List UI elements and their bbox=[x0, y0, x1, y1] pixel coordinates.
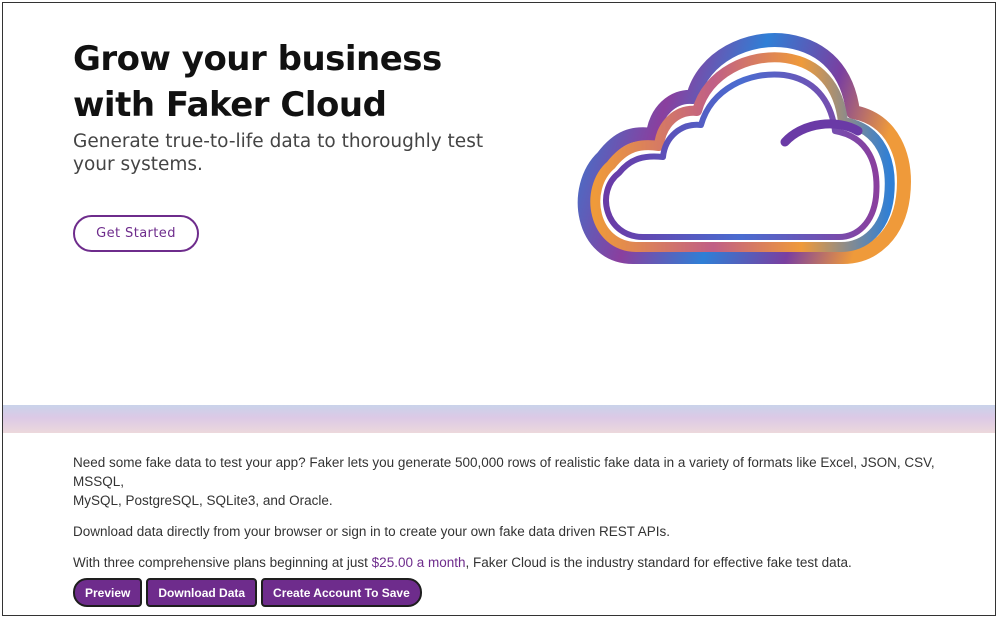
action-buttons: Preview Download Data Create Account To … bbox=[73, 578, 422, 607]
download-data-button[interactable]: Download Data bbox=[146, 578, 258, 607]
pricing-link[interactable]: $25.00 a month bbox=[372, 555, 466, 570]
hero-subtitle-line-1: Generate true-to-life data to thoroughly… bbox=[73, 131, 484, 152]
preview-button[interactable]: Preview bbox=[73, 578, 143, 607]
info-paragraph-formats-line-1: Need some fake data to test your app? Fa… bbox=[73, 455, 935, 489]
hero-title: Grow your business with Faker Cloud bbox=[73, 36, 493, 128]
pricing-text-after: , Faker Cloud is the industry standard f… bbox=[465, 555, 852, 570]
hero-subtitle-line-2: your systems. bbox=[73, 154, 203, 175]
info-section: Need some fake data to test your app? Fa… bbox=[73, 453, 963, 584]
hero-title-line-2: with Faker Cloud bbox=[73, 85, 387, 125]
create-account-button[interactable]: Create Account To Save bbox=[261, 578, 422, 607]
gradient-divider bbox=[3, 405, 995, 433]
page-frame: Grow your business with Faker Cloud Gene… bbox=[2, 2, 996, 616]
info-paragraph-download: Download data directly from your browser… bbox=[73, 524, 671, 539]
cloud-icon bbox=[577, 33, 911, 264]
info-paragraph-pricing: With three comprehensive plans beginning… bbox=[73, 553, 963, 572]
get-started-button[interactable]: Get Started bbox=[73, 215, 199, 252]
hero-title-line-1: Grow your business bbox=[73, 39, 442, 79]
pricing-text-before: With three comprehensive plans beginning… bbox=[73, 555, 372, 570]
hero-subtitle: Generate true-to-life data to thoroughly… bbox=[73, 130, 493, 176]
info-paragraph-formats: Need some fake data to test your app? Fa… bbox=[73, 453, 963, 510]
info-paragraph-formats-line-2: MySQL, PostgreSQL, SQLite3, and Oracle. bbox=[73, 493, 333, 508]
